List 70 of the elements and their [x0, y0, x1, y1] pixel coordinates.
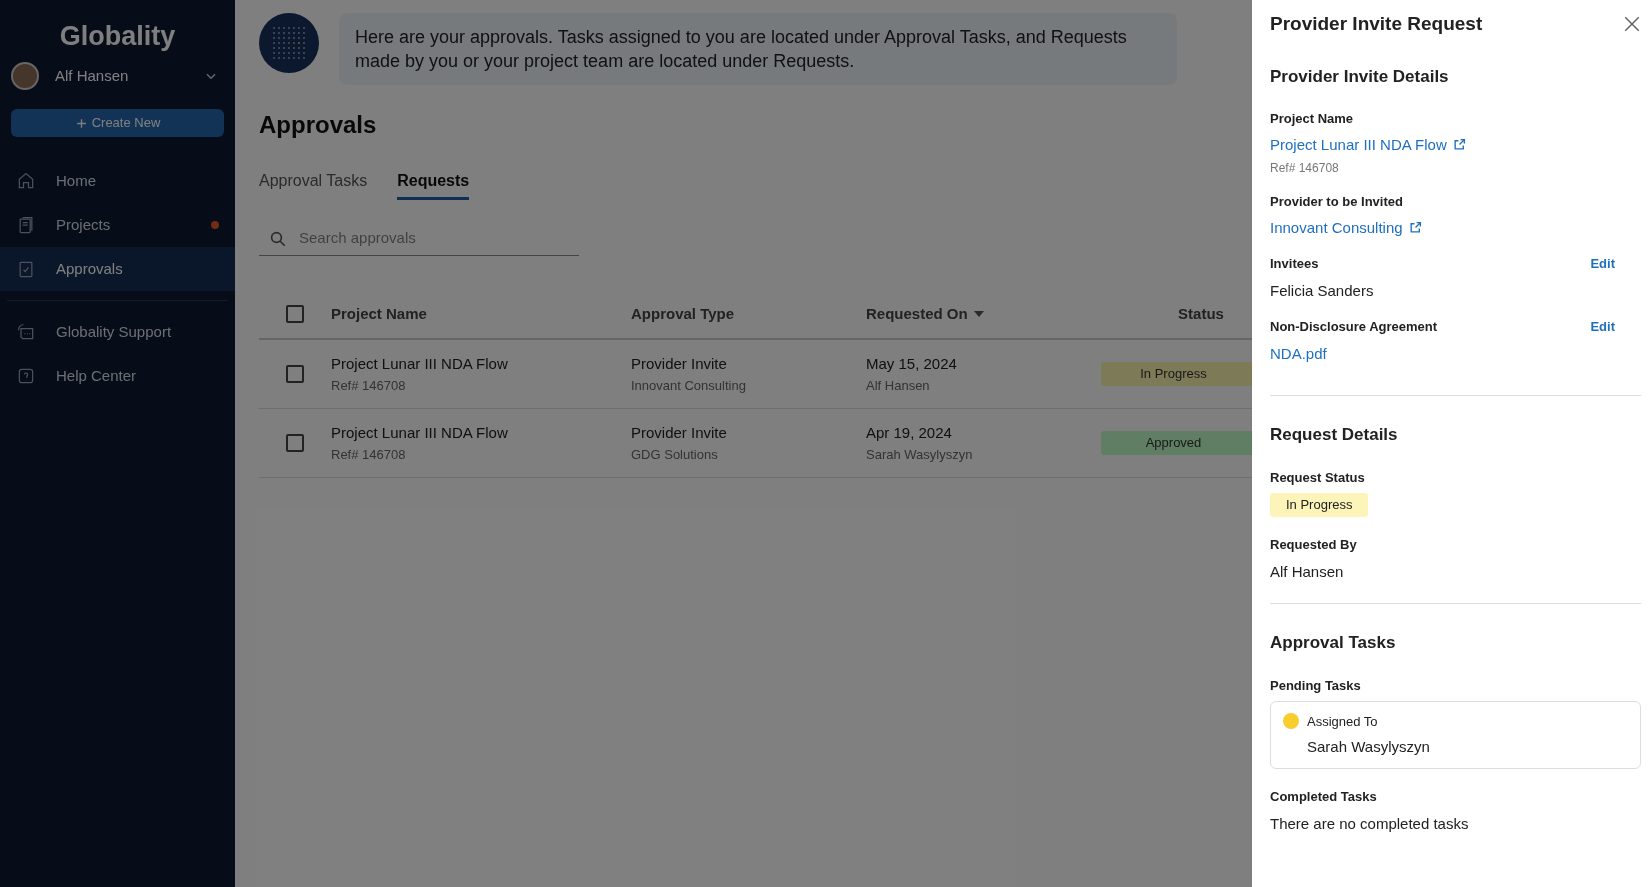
search-icon: [269, 229, 287, 248]
table-cell-text: Provider Invite: [631, 423, 728, 443]
empty-message: There are no completed tasks: [1270, 813, 1470, 834]
table-cell-text: Ref# 146708: [331, 376, 407, 395]
logo: Globality: [58, 20, 177, 53]
sort-caret-icon[interactable]: [973, 311, 984, 317]
table-cell-text: Sarah Wasylyszyn: [866, 445, 974, 464]
nav-item[interactable]: Approvals: [0, 247, 235, 291]
search-field[interactable]: Search approvals: [299, 227, 569, 250]
checkbox[interactable]: [286, 305, 304, 323]
provider-link[interactable]: Innovant Consulting: [1270, 216, 1641, 239]
status-badge: Approved: [1101, 431, 1252, 455]
tab[interactable]: Approval Tasks: [259, 169, 368, 200]
section-heading: Approval Tasks: [1270, 632, 1397, 654]
table-cell-text: Apr 19, 2024: [866, 423, 953, 443]
field-label: Invitees: [1270, 255, 1319, 273]
table-cell-text: GDG Solutions: [631, 445, 719, 464]
nav-item[interactable]: Globality Support: [0, 310, 235, 354]
page-title: Approvals: [259, 110, 378, 140]
nav-item[interactable]: Home: [0, 159, 235, 203]
field-label: Pending Tasks: [1270, 676, 1362, 695]
nav-item[interactable]: Help Center: [0, 354, 235, 398]
home-icon: [16, 171, 36, 191]
close-icon[interactable]: [1623, 15, 1641, 34]
table-cell-text: Project Lunar III NDA Flow: [331, 423, 509, 443]
panel-title: Provider Invite Request: [1270, 12, 1483, 36]
external-link-icon: [1452, 138, 1466, 152]
help-icon: [16, 366, 36, 386]
section-heading: Provider Invite Details: [1270, 65, 1450, 88]
field-label: Completed Tasks: [1270, 788, 1378, 806]
external-link-icon: [1408, 221, 1422, 235]
column-header[interactable]: Status: [1178, 302, 1224, 326]
ref-number: Ref# 146708: [1270, 160, 1340, 177]
table-cell-text: Project Lunar III NDA Flow: [331, 354, 509, 374]
field-label: Requested By: [1270, 536, 1358, 554]
column-header[interactable]: Approval Type: [631, 302, 735, 326]
user-name: Alf Hansen: [55, 65, 130, 86]
assignee-name: Sarah Wasylyszyn: [1307, 736, 1430, 757]
field-label: Request Status: [1270, 468, 1366, 487]
field-label: Assigned To: [1307, 713, 1379, 731]
modal-overlay[interactable]: [0, 0, 1252, 887]
field-value: Felicia Sanders: [1270, 280, 1375, 301]
table-cell-text: Provider Invite: [631, 354, 728, 374]
assistant-avatar-icon: [259, 13, 319, 73]
create-new-button[interactable]: Create New: [11, 109, 224, 137]
checkbox[interactable]: [286, 365, 304, 383]
table-cell-text: Innovant Consulting: [631, 376, 747, 395]
field-label: Project Name: [1270, 110, 1355, 128]
field-label: Non-Disclosure Agreement: [1270, 318, 1438, 336]
nav-item[interactable]: Projects: [0, 203, 235, 247]
section-heading: Request Details: [1270, 424, 1399, 446]
field-label: Provider to be Invited: [1270, 193, 1404, 211]
table-cell-text: Alf Hansen: [866, 376, 931, 395]
column-header[interactable]: Requested On: [866, 302, 968, 326]
assistant-message: Here are your approvals. Tasks assigned to you are located under Approval Tasks, and Requests made by you or your project team are located under Requests.: [339, 13, 1177, 85]
project-link[interactable]: Project Lunar III NDA Flow: [1270, 133, 1641, 156]
file-link[interactable]: NDA.pdf: [1270, 342, 1641, 365]
plus-icon: [74, 116, 88, 130]
checkbox[interactable]: [286, 434, 304, 452]
table-cell-text: May 15, 2024: [866, 354, 958, 374]
field-value: Alf Hansen: [1270, 561, 1345, 582]
column-header[interactable]: Project Name: [331, 302, 427, 326]
edit-link[interactable]: Edit: [1590, 317, 1615, 337]
user-avatar: [11, 62, 39, 90]
status-badge: In Progress: [1270, 493, 1369, 517]
chat-icon: [16, 322, 36, 342]
status-badge: In Progress: [1101, 362, 1252, 386]
tab[interactable]: Requests: [397, 169, 470, 200]
edit-link[interactable]: Edit: [1590, 254, 1615, 274]
table-cell-text: Ref# 146708: [331, 445, 407, 464]
